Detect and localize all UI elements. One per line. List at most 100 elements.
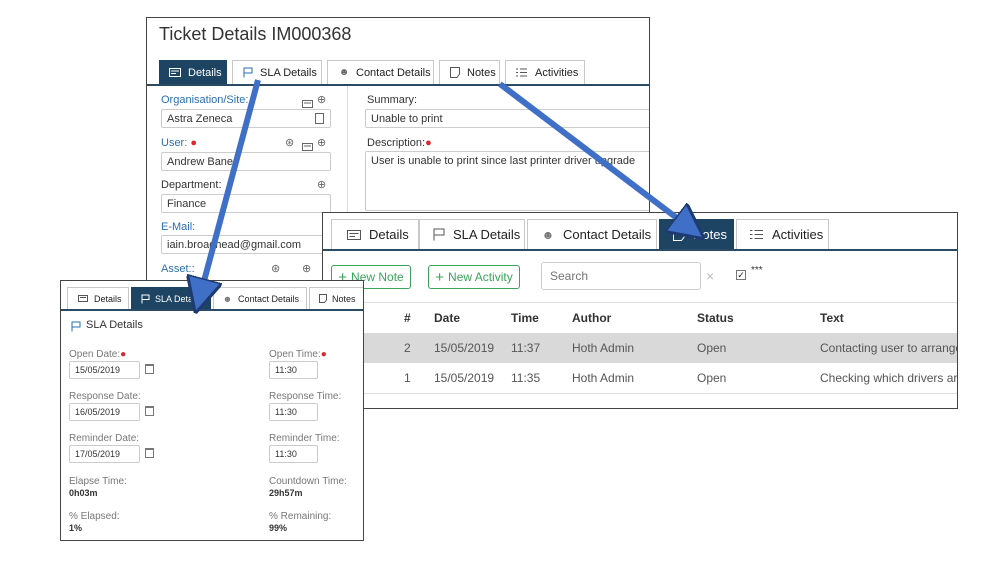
mask-checkbox[interactable]: ✓ [736,270,746,280]
row-number: 2 [404,341,411,355]
open-date-label: Open Date:● [69,349,127,360]
reminder-date-label: Reminder Date: [69,433,140,444]
tab-sla-details[interactable]: SLA Details [232,60,322,84]
download-icon[interactable]: ⊕ [302,262,311,275]
tab-sla-details-label: SLA Details [453,227,521,242]
tab-sla-details-label: SLA Details [260,66,317,79]
summary-field[interactable]: Unable to print [365,109,649,128]
col-author[interactable]: Author [572,311,611,325]
tab-activities-label: Activities [772,227,824,242]
org-label: Organisation/Site: [161,94,249,106]
list-icon [515,68,527,77]
row-status: Open [697,341,727,355]
ticket-tabbar: Details SLA Details ☻ Contact Details Not… [147,60,649,86]
remaining-percent-label: % Remaining: [269,511,332,522]
new-activity-label: New Activity [448,270,513,284]
department-label: Department: [161,179,222,191]
tab-details-label: Details [188,66,222,79]
tab-contact-details[interactable]: ☻ Contact Details [527,219,657,249]
tab-contact-details-label: Contact Details [356,66,431,79]
table-row[interactable]: 1 15/05/2019 11:35 Hoth Admin Open Check… [323,363,957,394]
flag-icon [432,228,446,241]
tab-sla-details-label: SLA Details [155,293,202,304]
download-icon[interactable]: ⊕ [317,136,326,149]
email-value: iain.broadhead@gmail.com [167,238,302,251]
summary-value: Unable to print [371,112,443,125]
row-text: Checking which drivers are [820,371,958,385]
row-status: Open [697,371,727,385]
notes-table-header: # Date Time Author Status Text [323,302,957,333]
list-icon [749,229,763,240]
clear-icon[interactable]: × [706,268,714,284]
tab-activities[interactable]: Activities [736,219,829,249]
description-value: User is unable to print since last print… [371,155,636,167]
response-date-field[interactable]: 16/05/2019 [69,403,140,421]
col-number[interactable]: # [404,311,411,325]
user-field[interactable]: Andrew Banes [161,152,331,171]
tab-notes[interactable]: Notes [659,219,734,249]
tab-details[interactable]: Details [67,287,129,309]
response-date-label: Response Date: [69,391,141,402]
summary-label: Summary: [367,94,418,106]
card-icon [346,229,362,240]
open-date-field[interactable]: 15/05/2019 [69,361,140,379]
tab-details[interactable]: Details [331,219,419,249]
download-icon[interactable]: ⊕ [317,178,326,191]
org-value: Astra Zeneca [167,112,233,125]
row-text: Contacting user to arrange [820,341,958,355]
plus-icon: + [435,268,445,286]
tab-sla-details[interactable]: SLA Details [419,219,525,249]
col-date[interactable]: Date [434,311,460,325]
flag-icon [140,294,150,304]
tab-notes[interactable]: Notes [439,60,500,84]
row-author: Hoth Admin [572,341,635,355]
tab-contact-details-label: Contact Details [238,293,300,304]
reminder-time-label: Reminder Time: [269,433,340,444]
department-field[interactable]: Finance [161,194,331,213]
tab-details-label: Details [94,293,122,304]
row-date: 15/05/2019 [434,341,495,355]
row-number: 1 [404,371,411,385]
search-input[interactable] [541,262,701,290]
department-value: Finance [167,197,207,210]
user-value: Andrew Banes [167,155,239,168]
col-status[interactable]: Status [697,311,734,325]
row-time: 11:37 [511,341,541,355]
open-time-field[interactable]: 11:30 [269,361,318,379]
org-chart-icon[interactable]: ⊛ [271,262,280,275]
reminder-time-field[interactable]: 11:30 [269,445,318,463]
email-field[interactable]: iain.broadhead@gmail.com [161,235,331,254]
org-field[interactable]: Astra Zeneca [161,109,331,128]
calendar-icon[interactable] [145,448,154,458]
note-icon [318,294,327,303]
tab-contact-details[interactable]: ☻ Contact Details [213,287,307,309]
tab-details[interactable]: Details [159,60,227,84]
note-icon [672,228,686,241]
description-label: Description:● [367,137,432,149]
tab-notes[interactable]: Notes [309,287,363,309]
tab-notes-label: Notes [467,66,496,79]
new-activity-button[interactable]: + New Activity [428,265,520,289]
download-icon[interactable]: ⊕ [317,93,326,106]
contacts-icon: ☻ [338,67,350,78]
open-time-label: Open Time:● [269,349,327,360]
sla-tabbar: Details SLA Details ☻ Contact Details Not… [61,287,363,311]
col-time[interactable]: Time [511,311,539,325]
tab-sla-details[interactable]: SLA Details [131,287,211,309]
asset-label: Asset:: [161,263,195,275]
notes-tabbar: Details SLA Details ☻ Contact Details Not… [323,219,957,251]
tab-activities[interactable]: Activities [505,60,585,84]
response-time-field[interactable]: 11:30 [269,403,318,421]
building-icon[interactable] [315,113,324,124]
flag-icon [71,319,81,337]
col-text[interactable]: Text [820,311,844,325]
tab-contact-details[interactable]: ☻ Contact Details [327,60,434,84]
org-chart-icon[interactable]: ⊛ [285,136,294,149]
calendar-icon[interactable] [145,406,154,416]
reminder-date-field[interactable]: 17/05/2019 [69,445,140,463]
table-row[interactable]: 2 15/05/2019 11:37 Hoth Admin Open Conta… [323,333,957,363]
calendar-icon[interactable] [145,364,154,374]
tab-details-label: Details [369,227,409,242]
description-field[interactable]: User is unable to print since last print… [365,151,649,211]
elapsed-percent-value: 1% [69,523,83,533]
